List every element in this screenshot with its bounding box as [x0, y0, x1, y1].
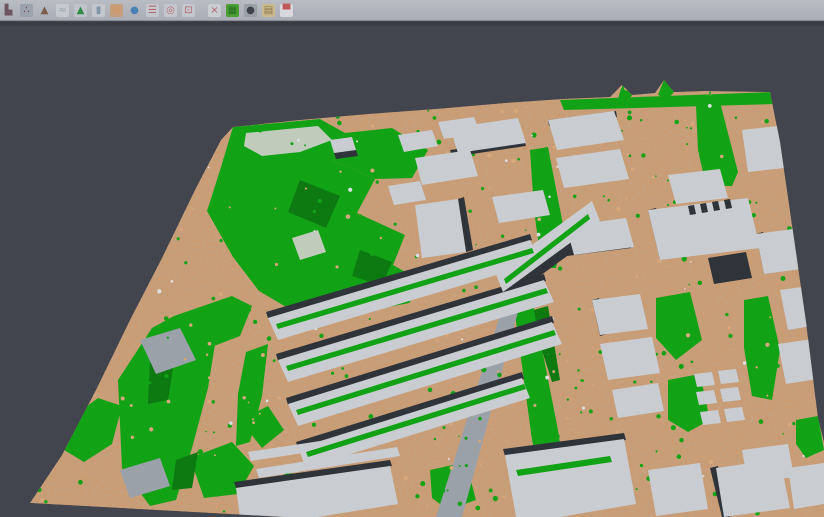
- roof-poly: [778, 338, 824, 384]
- profile-lines-icon[interactable]: ☰: [146, 4, 159, 17]
- roof-poly: [724, 407, 745, 422]
- application-window: ▙ ∴ ▲ ≈ ▲ ▮ ■ ● ☰ ◎ ⊡ × ▦ ● ▤ ▀: [0, 0, 824, 517]
- roof-poly: [700, 410, 721, 425]
- roof-poly: [415, 199, 466, 258]
- surface-icon[interactable]: ▲: [74, 4, 87, 17]
- roof-poly: [668, 169, 728, 204]
- dataset-icon[interactable]: ▙: [2, 4, 15, 17]
- roof-poly: [718, 369, 739, 384]
- ortho-icon[interactable]: ■: [110, 4, 123, 17]
- clip-cross-icon[interactable]: ×: [208, 4, 221, 17]
- roof-poly: [742, 444, 794, 483]
- roof-poly: [694, 372, 715, 387]
- terrain-model: [0, 22, 824, 517]
- roof-poly: [742, 126, 784, 172]
- contour-icon[interactable]: ≈: [56, 4, 69, 17]
- viewport-panel: [0, 22, 824, 517]
- scatter-points-icon[interactable]: ∴: [20, 4, 33, 17]
- terrain-icon[interactable]: ▲: [38, 4, 51, 17]
- column-icon[interactable]: ▮: [92, 4, 105, 17]
- classification-map-icon[interactable]: ▦: [226, 4, 239, 17]
- viewport-top-shade: [0, 22, 824, 26]
- roof-poly: [600, 337, 660, 380]
- roof-poly: [788, 463, 824, 509]
- globe-icon[interactable]: ●: [128, 4, 141, 17]
- zoom-extents-icon[interactable]: ⊡: [182, 4, 195, 17]
- circle-tool-icon[interactable]: ◎: [164, 4, 177, 17]
- toolbar: ▙ ∴ ▲ ≈ ▲ ▮ ■ ● ☰ ◎ ⊡ × ▦ ● ▤ ▀: [0, 0, 824, 21]
- basemap-icon[interactable]: ▤: [262, 4, 275, 17]
- roof-poly: [756, 228, 808, 274]
- roof-poly: [648, 463, 708, 516]
- roof-poly: [720, 387, 741, 402]
- flag-icon[interactable]: ▀: [280, 4, 293, 17]
- roof-poly: [592, 294, 648, 335]
- viewport-3d-scene[interactable]: [0, 22, 824, 517]
- roof-poly: [696, 390, 717, 405]
- camera-icon[interactable]: ●: [244, 4, 257, 17]
